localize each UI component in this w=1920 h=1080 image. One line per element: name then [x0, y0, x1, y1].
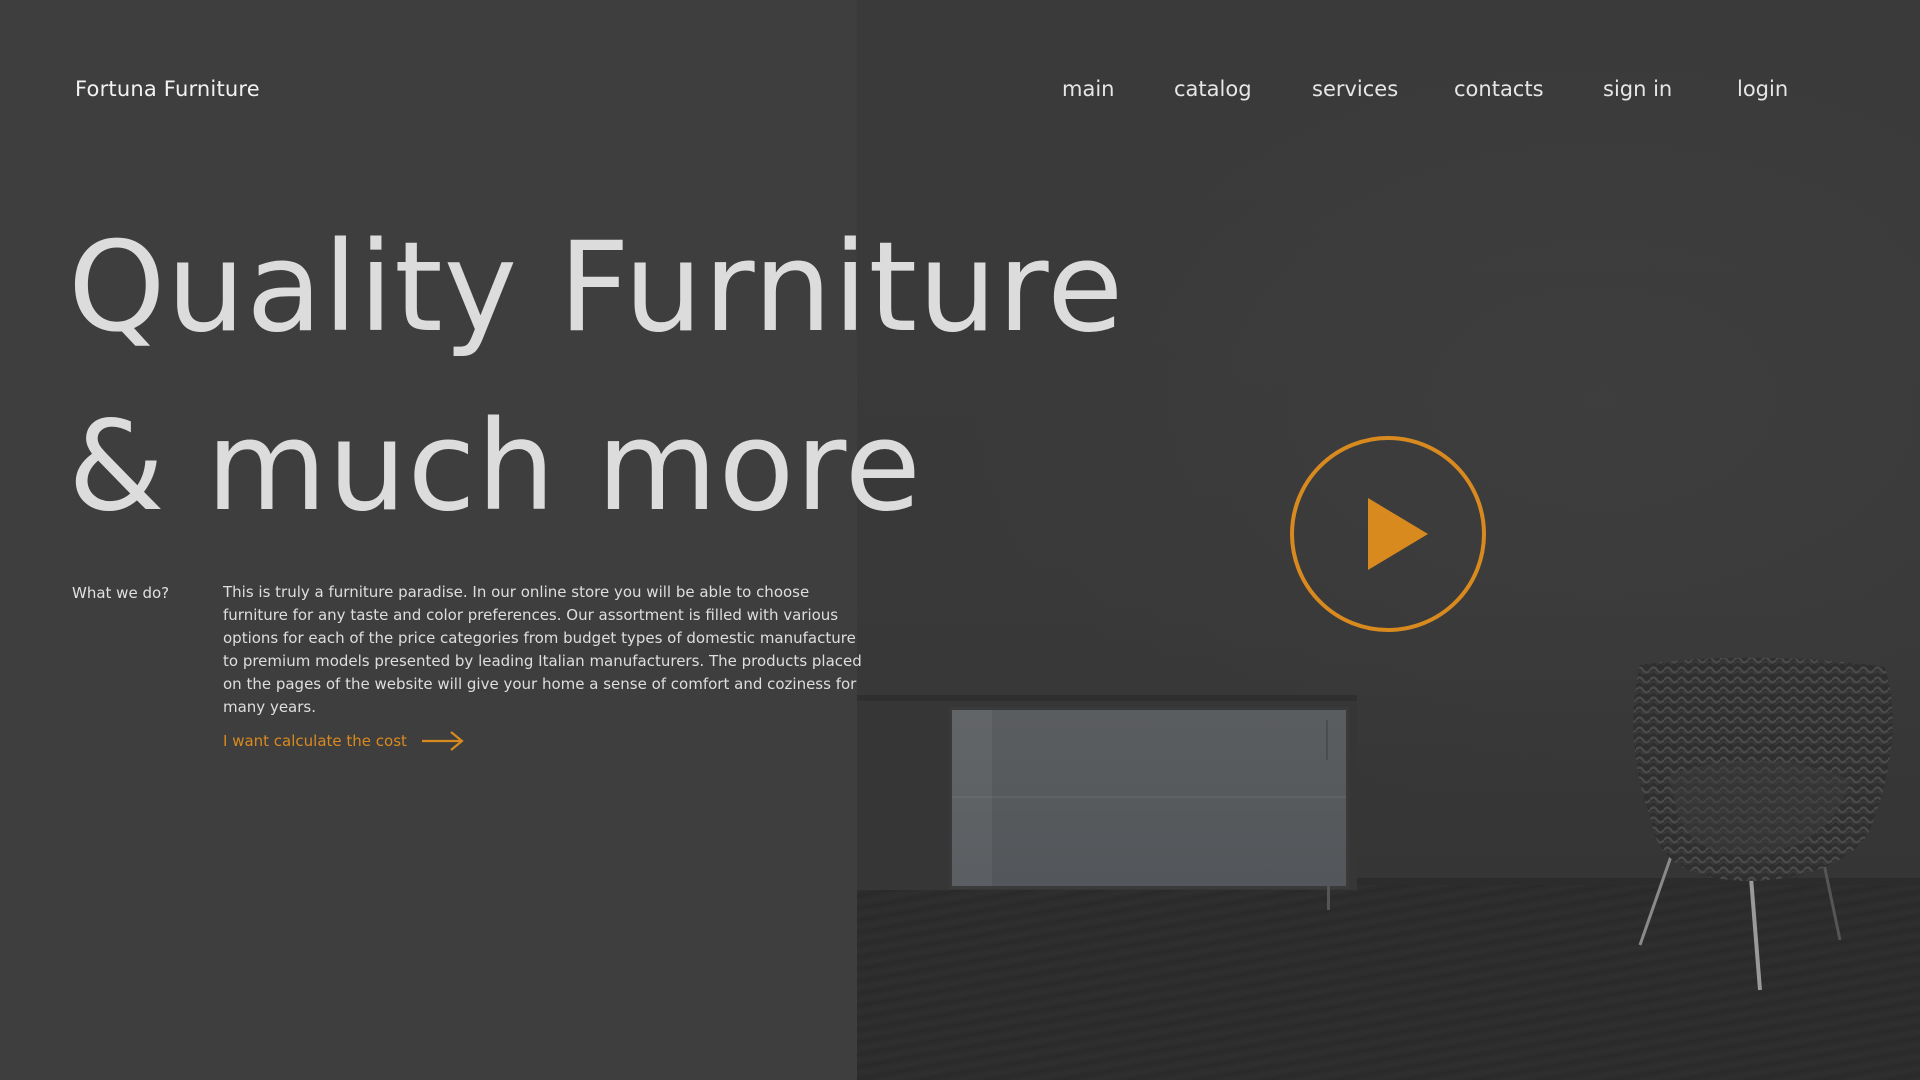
armchair	[1580, 655, 1920, 995]
cabinet-glass-door	[949, 707, 1349, 889]
hero-description: This is truly a furniture paradise. In o…	[223, 583, 862, 716]
door-seam	[952, 796, 1346, 798]
calculate-cost-link[interactable]: I want calculate the cost	[223, 730, 465, 752]
main-nav: main catalog services contacts sign in l…	[0, 77, 1920, 107]
door-handle	[1326, 720, 1328, 760]
armchair-illustration	[1633, 657, 1893, 991]
cta-label: I want calculate the cost	[223, 732, 407, 750]
section-label: What we do?	[72, 584, 170, 602]
play-video-button[interactable]	[1288, 434, 1488, 634]
hero-title-line-1: Quality Furniture	[68, 216, 1125, 360]
sideboard-cabinet	[857, 695, 1357, 910]
nav-item-services[interactable]: services	[1312, 77, 1398, 101]
landing-page: Fortuna Furniture main catalog services …	[0, 0, 1920, 1080]
nav-item-main[interactable]: main	[1062, 77, 1114, 101]
cabinet-leg	[1327, 886, 1330, 910]
glass-edge	[952, 710, 992, 886]
arrow-right-icon	[421, 731, 464, 751]
nav-item-contacts[interactable]: contacts	[1454, 77, 1544, 101]
play-icon	[1290, 436, 1486, 632]
hero-title-line-2: & much more	[68, 395, 922, 539]
nav-item-sign-in[interactable]: sign in	[1603, 77, 1672, 101]
nav-item-login[interactable]: login	[1737, 77, 1788, 101]
nav-item-catalog[interactable]: catalog	[1174, 77, 1252, 101]
